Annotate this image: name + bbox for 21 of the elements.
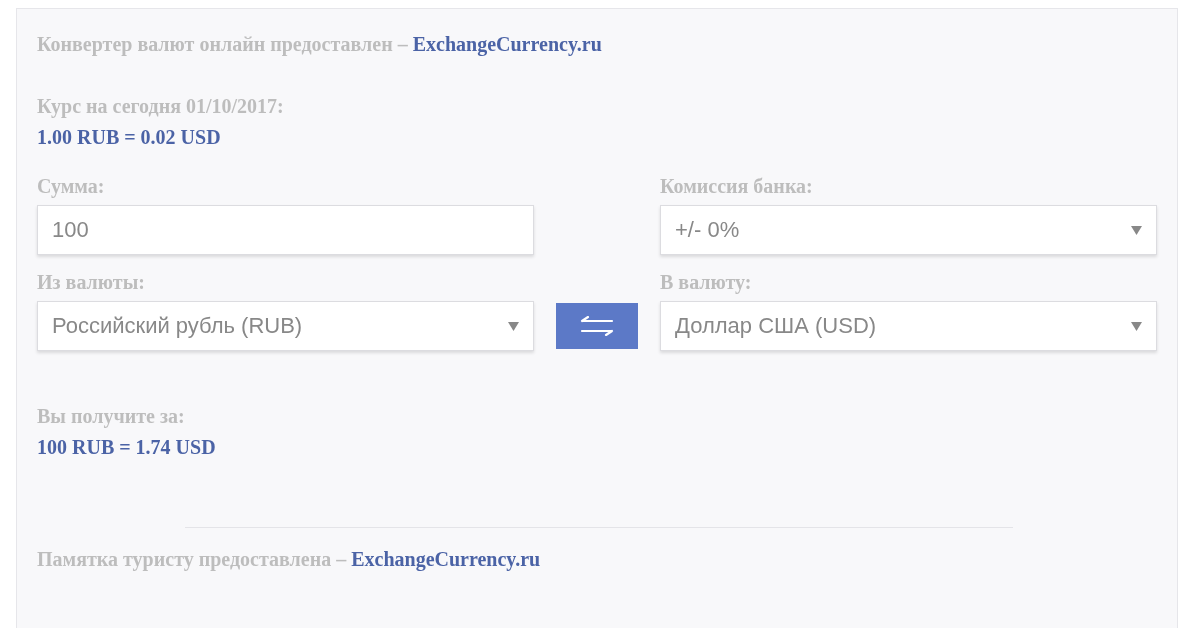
swap-button[interactable] bbox=[556, 303, 638, 349]
from-currency-label: Из валюты: bbox=[37, 270, 145, 295]
caret-icon bbox=[1131, 225, 1142, 235]
rate-value: 1.00 RUB = 0.02 USD bbox=[37, 125, 221, 150]
from-currency-dropdown[interactable]: Российский рубль (RUB) bbox=[37, 301, 534, 351]
to-currency-dropdown[interactable]: Доллар США (USD) bbox=[660, 301, 1157, 351]
site-link[interactable]: ExchangeCurrency.ru bbox=[351, 548, 541, 570]
caret-icon bbox=[1131, 321, 1142, 331]
swap-arrows-icon bbox=[580, 316, 614, 336]
credit-text: Конвертер валют онлайн предоставлен – ExchangeCurrency.ru bbox=[37, 32, 602, 58]
rate-label: Курс на сегодня 01/10/2017: bbox=[37, 94, 284, 120]
commission-label: Комиссия банка: bbox=[660, 174, 813, 199]
caret-icon bbox=[508, 321, 519, 331]
credit-text: Памятка туристу предоставлена – ExchangeCurrency.ru bbox=[37, 547, 541, 573]
to-currency-label: В валюту: bbox=[660, 270, 752, 295]
result-label: Вы получите за: bbox=[37, 404, 185, 430]
result-value: 100 RUB = 1.74 USD bbox=[37, 435, 216, 460]
amount-label: Сумма: bbox=[37, 174, 105, 199]
site-link[interactable]: ExchangeCurrency.ru bbox=[412, 33, 602, 55]
commission-dropdown[interactable]: +/- 0% bbox=[660, 205, 1157, 255]
amount-field[interactable]: 100 bbox=[37, 205, 534, 255]
